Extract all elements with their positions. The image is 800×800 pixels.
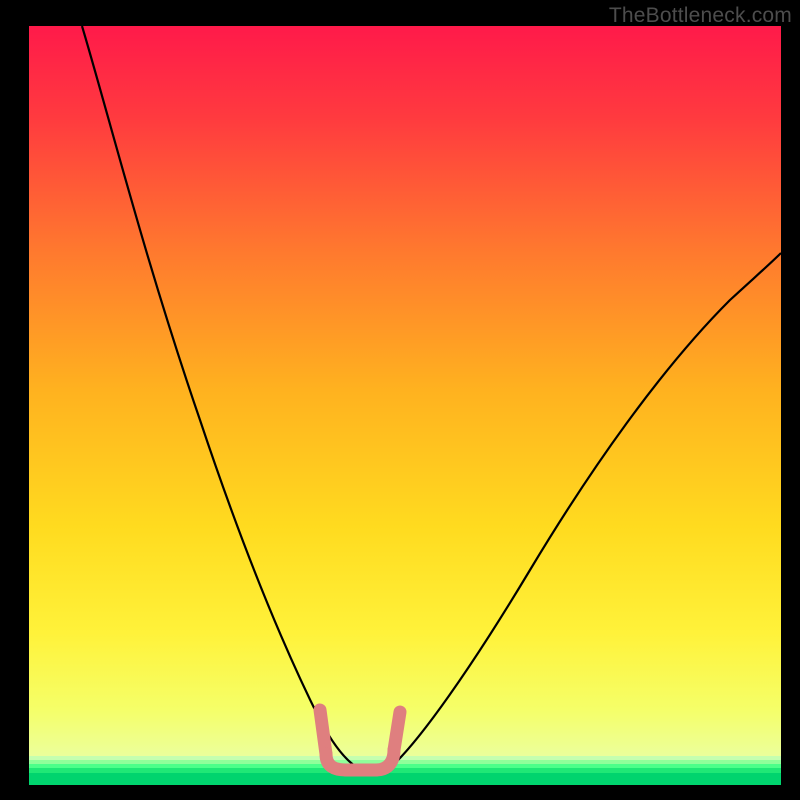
watermark-text: TheBottleneck.com [609,4,792,28]
chart-container: TheBottleneck.com [0,0,800,800]
gradient-background [29,26,781,785]
chart-svg [0,0,800,800]
bottom-green-band [29,756,781,785]
